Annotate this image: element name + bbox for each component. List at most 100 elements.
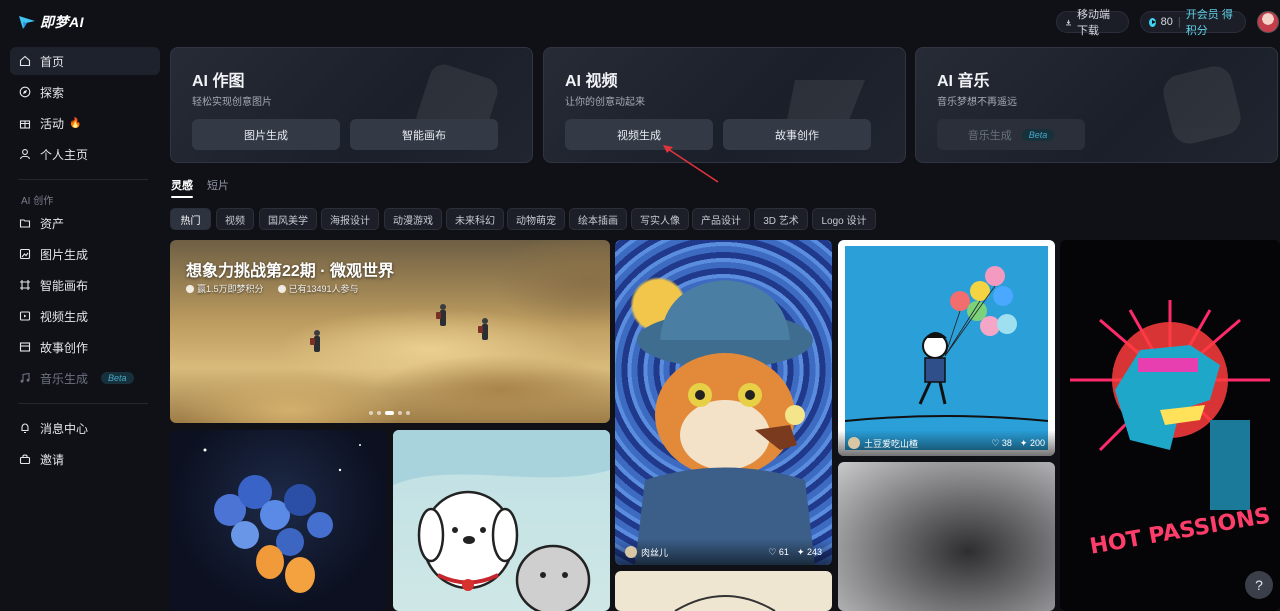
logo-icon bbox=[19, 16, 35, 29]
card-footer: 肉丝儿 ♡ 61 ✦ 243 bbox=[615, 539, 832, 565]
download-label: 移动端下载 bbox=[1077, 9, 1111, 37]
app-name: 即梦AI bbox=[40, 14, 84, 30]
chip-3d-art[interactable]: 3D 艺术 bbox=[754, 208, 808, 230]
sidebar-item-story[interactable]: 故事创作 bbox=[10, 333, 160, 361]
chip-poster[interactable]: 海报设计 bbox=[321, 208, 379, 230]
sidebar-item-label: 音乐生成 bbox=[40, 371, 89, 386]
feature-subtitle: 轻松实现创意图片 bbox=[192, 97, 272, 108]
sidebar-item-home[interactable]: 首页 bbox=[10, 47, 160, 75]
image-gen-button[interactable]: 图片生成 bbox=[192, 119, 340, 150]
compass-icon bbox=[19, 86, 31, 98]
gallery-card-sketch[interactable] bbox=[615, 571, 832, 611]
credits-icon bbox=[1149, 17, 1156, 27]
sidebar-item-label: 探索 bbox=[40, 85, 65, 100]
credits-button[interactable]: 80 | 开会员 得积分 bbox=[1140, 9, 1246, 37]
music-gen-label: 音乐生成 bbox=[967, 129, 1012, 142]
chip-hot[interactable]: 热门 bbox=[170, 208, 211, 230]
card-author[interactable]: 土豆爱吃山楂 bbox=[848, 437, 983, 450]
hiker-figure bbox=[436, 304, 446, 326]
chip-logo[interactable]: Logo 设计 bbox=[812, 208, 876, 230]
tab-inspiration[interactable]: 灵感 bbox=[171, 177, 193, 198]
banner-participants: 已有13491人参与 bbox=[277, 282, 359, 295]
chip-scifi[interactable]: 未来科幻 bbox=[446, 208, 504, 230]
smart-canvas-button[interactable]: 智能画布 bbox=[350, 119, 498, 150]
ai-create-section-label: AI 创作 bbox=[21, 196, 54, 207]
chip-product[interactable]: 产品设计 bbox=[692, 208, 750, 230]
hiker-figure bbox=[478, 318, 488, 340]
image-icon bbox=[19, 248, 31, 260]
sidebar-item-profile[interactable]: 个人主页 bbox=[10, 140, 160, 168]
challenge-banner[interactable]: 想象力挑战第22期 · 微观世界 赢1.5万即梦积分 已有13491人参与 bbox=[170, 240, 610, 423]
sidebar-item-canvas[interactable]: 智能画布 bbox=[10, 271, 160, 299]
remix-count[interactable]: ✦ 243 bbox=[797, 547, 822, 558]
chip-guofeng[interactable]: 国风美学 bbox=[259, 208, 317, 230]
user-avatar[interactable] bbox=[1257, 11, 1279, 33]
sidebar-item-label: 活动 bbox=[40, 116, 65, 131]
gallery-card-boy-balloons[interactable]: 土豆爱吃山楂 ♡ 38 ✦ 200 bbox=[838, 240, 1055, 456]
sidebar-item-assets[interactable]: 资产 bbox=[10, 209, 160, 237]
help-button[interactable]: ? bbox=[1245, 571, 1273, 599]
like-count[interactable]: ♡ 38 bbox=[991, 438, 1012, 449]
carousel-dots[interactable] bbox=[369, 411, 410, 415]
music-decor-icon bbox=[1163, 66, 1241, 144]
remix-count[interactable]: ✦ 200 bbox=[1020, 438, 1045, 449]
fire-icon: 🔥 bbox=[69, 117, 82, 129]
sketch-artwork bbox=[674, 595, 776, 611]
sidebar-item-label: 故事创作 bbox=[40, 340, 89, 355]
sidebar-item-label: 首页 bbox=[40, 54, 65, 69]
chip-illustration[interactable]: 绘本插画 bbox=[569, 208, 627, 230]
tab-shorts[interactable]: 短片 bbox=[207, 177, 229, 193]
sidebar-item-messages[interactable]: 消息中心 bbox=[10, 414, 160, 442]
gallery-card-dogs[interactable] bbox=[393, 430, 610, 611]
chip-anime[interactable]: 动漫游戏 bbox=[384, 208, 442, 230]
feature-card-ai-image: AI 作图 轻松实现创意图片 图片生成 智能画布 bbox=[170, 47, 533, 163]
gallery-card-dinosaur[interactable]: HOT PASSIONS bbox=[1060, 240, 1280, 611]
dogs-artwork bbox=[393, 430, 610, 611]
beta-badge: Beta bbox=[101, 372, 134, 384]
sidebar-divider bbox=[18, 403, 148, 404]
sidebar-item-invite[interactable]: 邀请 bbox=[10, 445, 160, 473]
music-gen-button[interactable]: 音乐生成 Beta bbox=[937, 119, 1085, 150]
people-icon bbox=[277, 285, 286, 293]
folder-icon bbox=[19, 217, 31, 229]
sidebar-divider bbox=[18, 179, 148, 180]
membership-link[interactable]: 开会员 得积分 bbox=[1186, 6, 1237, 38]
gallery-card-portrait[interactable] bbox=[838, 462, 1055, 611]
gallery-card-cat[interactable]: 肉丝儿 ♡ 61 ✦ 243 bbox=[615, 240, 832, 565]
video-gen-button[interactable]: 视频生成 bbox=[565, 119, 713, 150]
card-author[interactable]: 肉丝儿 bbox=[625, 546, 760, 559]
hiker-figure bbox=[310, 330, 320, 352]
sidebar-item-label: 邀请 bbox=[40, 452, 65, 467]
chip-video[interactable]: 视频 bbox=[216, 208, 254, 230]
story-create-button[interactable]: 故事创作 bbox=[723, 119, 871, 150]
chip-portrait[interactable]: 写实人像 bbox=[631, 208, 689, 230]
sidebar-item-explore[interactable]: 探索 bbox=[10, 78, 160, 106]
sidebar-item-video-gen[interactable]: 视频生成 bbox=[10, 302, 160, 330]
home-icon bbox=[19, 55, 31, 67]
chip-pets[interactable]: 动物萌宠 bbox=[507, 208, 565, 230]
sidebar-item-label: 智能画布 bbox=[40, 278, 89, 293]
video-icon bbox=[19, 310, 31, 322]
sidebar-item-label: 个人主页 bbox=[40, 147, 89, 162]
feature-subtitle: 音乐梦想不再遥远 bbox=[937, 97, 1017, 108]
sidebar-item-label: 视频生成 bbox=[40, 309, 89, 324]
banner-reward: 赢1.5万即梦积分 bbox=[186, 282, 264, 295]
svg-text:HOT PASSIONS: HOT PASSIONS bbox=[1088, 503, 1272, 559]
sidebar-item-activity[interactable]: 活动 🔥 bbox=[10, 109, 160, 137]
card-footer: 土豆爱吃山楂 ♡ 38 ✦ 200 bbox=[838, 430, 1055, 456]
sidebar-item-image-gen[interactable]: 图片生成 bbox=[10, 240, 160, 268]
banner-meta: 赢1.5万即梦积分 已有13491人参与 bbox=[186, 282, 359, 295]
banner-title: 想象力挑战第22期 · 微观世界 bbox=[186, 263, 395, 280]
gallery-card-balloons[interactable] bbox=[170, 430, 387, 611]
feature-title: AI 音乐 bbox=[937, 73, 990, 90]
credits-separator: | bbox=[1177, 16, 1181, 28]
author-avatar bbox=[625, 546, 637, 558]
mobile-download-button[interactable]: 移动端下载 bbox=[1056, 9, 1129, 37]
sidebar-item-music-gen[interactable]: 音乐生成 Beta bbox=[10, 364, 160, 392]
app-logo[interactable]: 即梦AI bbox=[18, 12, 84, 32]
author-avatar bbox=[848, 437, 860, 449]
coin-icon bbox=[186, 285, 194, 293]
like-count[interactable]: ♡ 61 bbox=[768, 547, 789, 558]
feature-title: AI 视频 bbox=[565, 73, 618, 90]
boy-artwork bbox=[844, 246, 1049, 450]
